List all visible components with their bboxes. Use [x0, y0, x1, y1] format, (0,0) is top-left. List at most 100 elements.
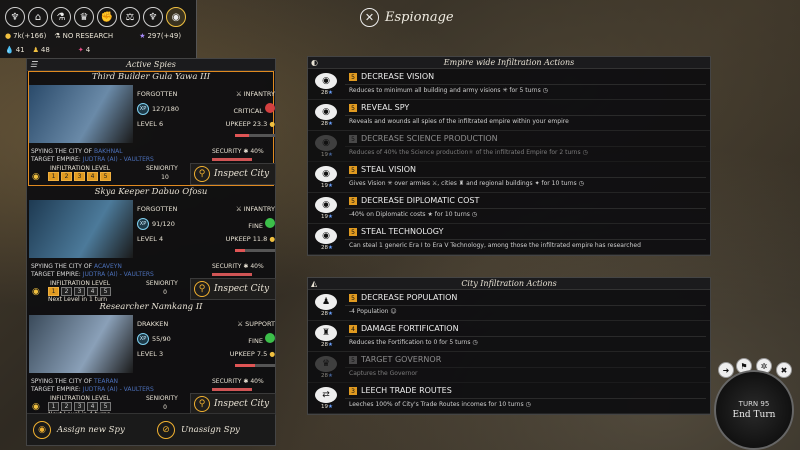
- influence-icon: ★: [328, 121, 333, 127]
- eye-icon: ◉: [33, 420, 51, 439]
- action-cost: 19★: [321, 214, 333, 220]
- spy-card[interactable]: Skya Keeper Dabuo Ofosu FORGOTTEN ⚔ INFAN…: [28, 186, 276, 303]
- assign-spy-label: Assign new Spy: [57, 424, 125, 435]
- infiltration-action[interactable]: ◉ 19★ 5 DECREASE DIPLOMATIC COST -40% on…: [308, 193, 710, 224]
- infiltration-action[interactable]: ♜ 28★ 4 DAMAGE FORTIFICATION Reduces the…: [308, 321, 710, 352]
- close-button[interactable]: ✕: [360, 8, 379, 27]
- action-cost: 28★: [321, 90, 333, 96]
- action-description: Reveals and wounds all spies of the infi…: [349, 118, 569, 125]
- end-turn-button[interactable]: TURN 95 End Turn: [714, 370, 794, 450]
- action-description: Captures the Governor: [349, 370, 418, 377]
- empire-actions-header: ◐ Empire wide Infiltration Actions: [308, 57, 710, 69]
- influence-icon: ★: [328, 373, 333, 379]
- magnifier-icon: ⚲: [194, 166, 210, 182]
- target-empire-link[interactable]: JUDTRA (AI) - VAULTERS: [83, 386, 154, 393]
- eye-icon: ◉: [32, 402, 40, 412]
- heart-icon: [265, 332, 275, 343]
- empire-icon[interactable]: ♆: [5, 7, 25, 27]
- spy-card[interactable]: Third Builder Gula Yawa III FORGOTTEN ⚔ I…: [28, 71, 276, 186]
- influence-icon: ★: [139, 32, 146, 40]
- influence-icon: ★: [328, 152, 333, 158]
- diplomacy-icon[interactable]: ⚖: [120, 7, 140, 27]
- spy-xp: 127/180: [152, 104, 180, 113]
- spy-card[interactable]: Researcher Namkang II DRAKKEN ⚔ SUPPORT X…: [28, 301, 276, 418]
- inspect-city-button[interactable]: ⚲ Inspect City: [190, 393, 276, 415]
- resource-row-2: 💧 41 ♟ 48 ✦ 4: [5, 46, 90, 54]
- influence-icon: ★: [328, 245, 333, 251]
- spy-status: DRAKKEN: [137, 319, 169, 328]
- security-icon: ✱: [243, 263, 249, 270]
- seniority-value: 0: [163, 404, 167, 411]
- infiltration-action[interactable]: ⇄ 19★ 3 LEECH TRADE ROUTES Leeches 100% …: [308, 383, 710, 414]
- security-label: SECURITY: [212, 378, 242, 385]
- spy-status: FORGOTTEN: [137, 89, 178, 98]
- infiltration-action[interactable]: ◉ 19★ 5 STEAL VISION Gives Vision ✳ over…: [308, 162, 710, 193]
- target-prefix: TARGET EMPIRE:: [31, 271, 81, 278]
- science-icon[interactable]: ⚗: [51, 7, 71, 27]
- eye-icon: ◉: [315, 104, 337, 120]
- water-value: 41: [15, 46, 25, 54]
- spy-health-bar: [235, 249, 275, 252]
- espionage-icon[interactable]: ◉: [166, 7, 186, 27]
- action-title: DECREASE VISION: [361, 72, 435, 81]
- research-icon: ⚗: [54, 32, 61, 40]
- influence-value: 297(+49): [147, 32, 182, 40]
- active-spies-panel: ☰ Active Spies Third Builder Gula Yawa I…: [26, 58, 276, 446]
- action-level-badge: 5: [349, 294, 357, 302]
- action-level-badge: 5: [349, 356, 357, 364]
- spy-portrait: [29, 315, 133, 373]
- spy-name: Third Builder Gula Yawa III: [91, 72, 211, 82]
- target-city-link[interactable]: ACAVEYN: [94, 263, 122, 270]
- spying-city-line: SPYING THE CITY OF TEARAN: [31, 378, 118, 385]
- spy-actions-bar: ◉ Assign new Spy ⊘ Unassign Spy: [27, 413, 275, 445]
- unassign-spy-button[interactable]: ⊘ Unassign Spy: [151, 413, 275, 445]
- action-level-badge: 5: [349, 73, 357, 81]
- action-description: Reduces to minimum all building and army…: [349, 87, 548, 94]
- infiltration-action[interactable]: ◉ 28★ 5 STEAL TECHNOLOGY Can steal 1 gen…: [308, 224, 710, 255]
- fist-icon[interactable]: ✊: [97, 7, 117, 27]
- action-cost: 19★: [321, 183, 333, 189]
- assign-spy-button[interactable]: ◉ Assign new Spy: [27, 413, 151, 445]
- infiltration-action[interactable]: ♛ 28★ 5 TARGET GOVERNOR Captures the Gov…: [308, 352, 710, 383]
- spy-name: Skya Keeper Dabuo Ofosu: [94, 187, 208, 197]
- spy-portrait: [29, 85, 133, 143]
- action-level-badge: 5: [349, 104, 357, 112]
- target-empire-link[interactable]: JUDTRA (AI) - VAULTERS: [83, 156, 154, 163]
- gold-icon: ●: [269, 349, 275, 358]
- action-divider: [345, 177, 706, 178]
- action-title: TARGET GOVERNOR: [361, 355, 442, 364]
- target-prefix: TARGET EMPIRE:: [31, 386, 81, 393]
- unassign-icon: ⊘: [157, 420, 175, 439]
- infiltration-action[interactable]: ◉ 28★ 5 DECREASE VISION Reduces to minim…: [308, 69, 710, 100]
- city-icon[interactable]: ⌂: [28, 7, 48, 27]
- action-cost-value: 19: [321, 404, 328, 410]
- inspect-city-button[interactable]: ⚲ Inspect City: [190, 163, 276, 185]
- city-actions-icon: ◭: [311, 279, 318, 288]
- spying-prefix: SPYING THE CITY OF: [31, 148, 93, 155]
- trophy-icon[interactable]: ♛: [74, 7, 94, 27]
- infiltration-label: INFILTRATION LEVEL: [50, 395, 111, 402]
- infiltration-action[interactable]: ◉ 19★ 5 DECREASE SCIENCE PRODUCTION Redu…: [308, 131, 710, 162]
- action-title: DECREASE SCIENCE PRODUCTION: [361, 134, 498, 143]
- inspect-city-button[interactable]: ⚲ Inspect City: [190, 278, 276, 300]
- infiltration-action[interactable]: ◉ 28★ 5 REVEAL SPY Reveals and wounds al…: [308, 100, 710, 131]
- target-empire-line: TARGET EMPIRE: JUDTRA (AI) - VAULTERS: [31, 271, 154, 278]
- security-percent: 40%: [250, 263, 264, 270]
- infiltration-levels: 12345: [48, 402, 111, 411]
- action-level-badge: 5: [349, 166, 357, 174]
- magnifier-icon: ⚲: [194, 396, 210, 412]
- handshake-icon[interactable]: ♆: [143, 7, 163, 27]
- target-empire-link[interactable]: JUDTRA (AI) - VAULTERS: [83, 271, 154, 278]
- magnifier-icon: ⚲: [194, 281, 210, 297]
- empire-action-list: ◉ 28★ 5 DECREASE VISION Reduces to minim…: [308, 69, 710, 255]
- tools-icon[interactable]: ✖: [776, 362, 792, 378]
- target-city-link[interactable]: TEARAN: [94, 378, 118, 385]
- spy-health: CRITICAL: [233, 106, 263, 115]
- spy-role: SUPPORT: [245, 319, 275, 328]
- population-icon: ♟: [315, 294, 337, 310]
- target-city-link[interactable]: BAKHNAL: [94, 148, 123, 155]
- action-cost: 28★: [321, 245, 333, 251]
- infiltration-action[interactable]: ♟ 28★ 5 DECREASE POPULATION -4 Populatio…: [308, 290, 710, 321]
- action-cost: 28★: [321, 342, 333, 348]
- spy-stats: DRAKKEN ⚔ SUPPORT XP 55/90 FINE LEVEL 3 UPKE…: [137, 316, 275, 361]
